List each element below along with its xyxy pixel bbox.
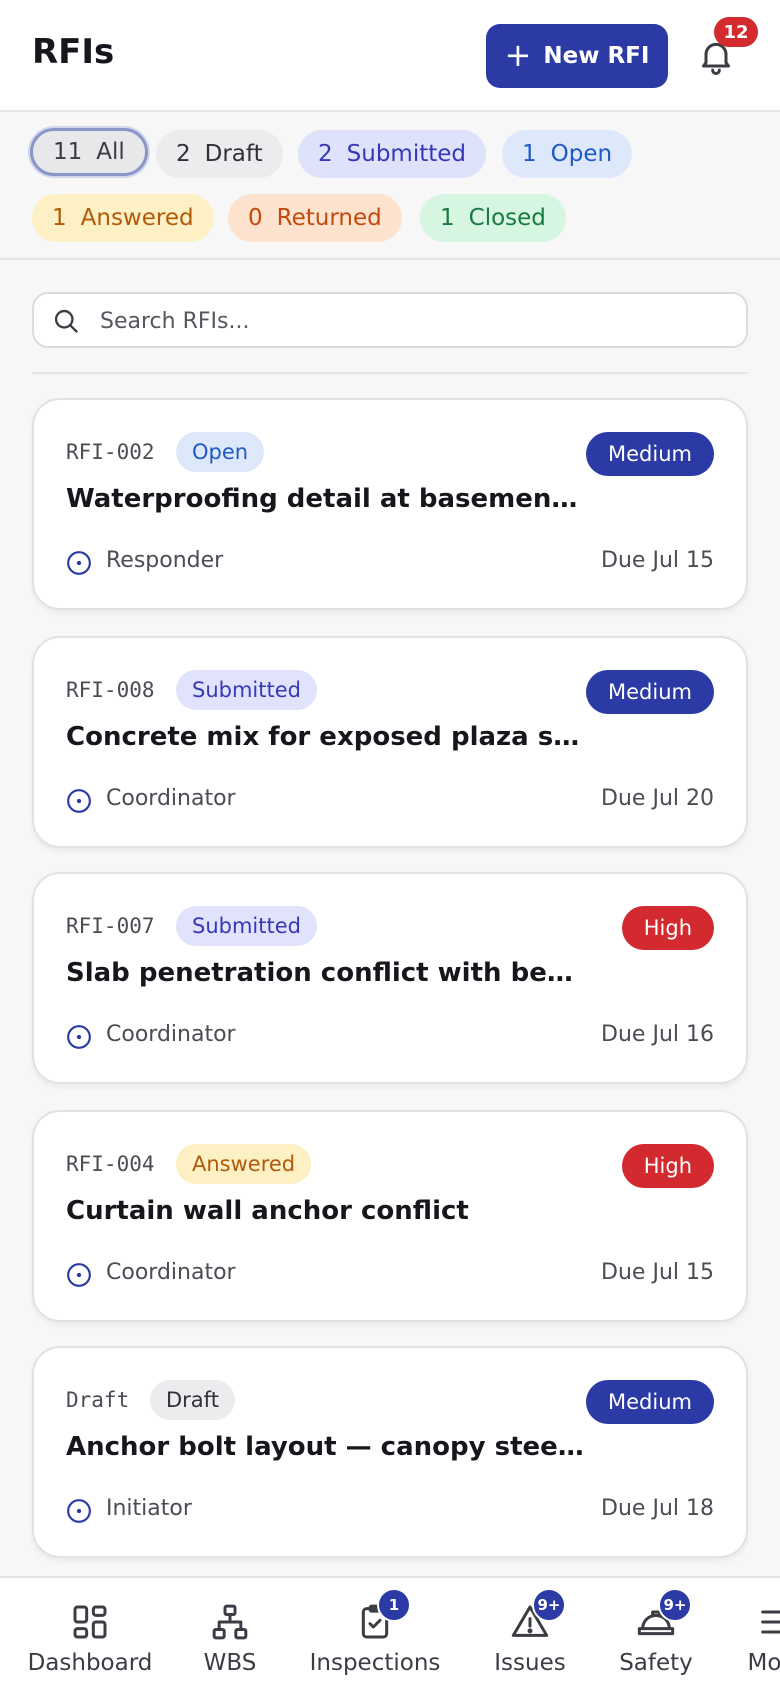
role-icon [67,789,91,813]
filter-chip-submitted[interactable]: 2 Submitted [298,130,486,178]
filter-count: 1 [52,205,67,231]
nav-item-issues[interactable]: 9+ Issues [480,1578,580,1688]
nav-label: More [747,1650,780,1676]
menu-icon [761,1610,780,1634]
rfi-title: Anchor bolt layout — canopy steel column… [66,1432,586,1462]
rfi-due-date: Due Jul 16 [601,1022,714,1047]
filter-count: 2 [176,141,191,167]
rfi-id: Draft [66,1388,130,1412]
search-icon [54,309,78,333]
nav-item-inspections[interactable]: 1 Inspections [304,1578,446,1688]
rfi-card[interactable]: RFI-004 Answered High Curtain wall ancho… [32,1110,748,1322]
inspections-count-badge: 1 [377,1588,411,1622]
rfi-id: RFI-008 [66,678,155,702]
priority-badge: Medium [586,1380,714,1424]
rfi-card[interactable]: RFI-007 Submitted High Slab penetration … [32,872,748,1084]
rfi-title: Concrete mix for exposed plaza slab [66,722,586,752]
rfi-title: Waterproofing detail at basement wall [66,484,586,514]
filter-chip-all[interactable]: 11 All [30,128,148,176]
rfi-role: Initiator [106,1496,192,1521]
filter-chip-returned[interactable]: 0 Returned [228,194,402,242]
filter-count: 2 [318,141,333,167]
rfi-id: RFI-004 [66,1152,155,1176]
nav-item-dashboard[interactable]: Dashboard [22,1578,158,1688]
safety-count-badge: 9+ [658,1588,692,1622]
search-box [32,292,748,348]
filter-label: All [96,139,125,165]
rfi-card[interactable]: Draft Draft Medium Anchor bolt layout — … [32,1346,748,1558]
rfi-title: Curtain wall anchor conflict [66,1196,469,1226]
new-rfi-label: New RFI [543,43,650,69]
status-badge: Answered [176,1144,312,1184]
filter-label: Open [550,141,613,167]
filter-label: Closed [468,205,546,231]
filter-chip-closed[interactable]: 1 Closed [420,194,566,242]
rfi-id: RFI-002 [66,440,155,464]
status-badge: Submitted [176,670,317,710]
rfi-card[interactable]: RFI-008 Submitted Medium Concrete mix fo… [32,636,748,848]
filter-label: Draft [204,141,263,167]
status-badge: Open [176,432,265,472]
priority-badge: High [621,906,714,950]
dashboard-icon [73,1605,107,1639]
nav-label: Issues [494,1650,566,1676]
filter-count: 0 [248,205,263,231]
filter-chip-draft[interactable]: 2 Draft [156,130,283,178]
filter-count: 11 [53,139,83,165]
notification-count-badge: 12 [714,17,758,47]
filter-count: 1 [522,141,537,167]
rfi-due-date: Due Jul 15 [601,548,714,573]
filter-chip-open[interactable]: 1 Open [502,130,633,178]
status-badge: Submitted [176,906,317,946]
rfi-card[interactable]: RFI-002 Open Medium Waterproofing detail… [32,398,748,610]
search-input[interactable] [98,294,732,348]
rfi-due-date: Due Jul 18 [601,1496,714,1521]
bottom-navigation: Dashboard WBS 1 Inspections 9+ Issues 9+… [0,1576,780,1688]
rfi-role: Coordinator [106,786,236,811]
filter-label: Submitted [346,141,466,167]
status-filter-bar: 11 All 2 Draft 2 Submitted 1 Open 1 Answ… [0,112,780,260]
role-icon [67,1025,91,1049]
status-badge: Draft [150,1380,235,1420]
rfi-due-date: Due Jul 15 [601,1260,714,1285]
priority-badge: Medium [586,432,714,476]
nav-label: WBS [203,1650,257,1676]
rfi-id: RFI-007 [66,914,155,938]
plus-icon: + [504,35,532,74]
filter-label: Returned [276,205,382,231]
nav-label: Inspections [309,1650,441,1676]
nav-item-more[interactable]: More [736,1578,780,1688]
nav-item-wbs[interactable]: WBS [190,1578,270,1688]
nav-item-safety[interactable]: 9+ Safety [608,1578,704,1688]
divider [32,372,748,374]
role-icon [67,1499,91,1523]
role-icon [67,1263,91,1287]
role-icon [67,551,91,575]
filter-count: 1 [440,205,455,231]
nav-label: Dashboard [27,1650,153,1676]
filter-chip-answered[interactable]: 1 Answered [32,194,214,242]
new-rfi-button[interactable]: + New RFI [486,24,668,88]
top-bar: RFIs + New RFI 12 [0,0,780,112]
priority-badge: Medium [586,670,714,714]
rfi-due-date: Due Jul 20 [601,786,714,811]
rfi-role: Coordinator [106,1022,236,1047]
nav-label: Safety [619,1650,693,1676]
page-title: RFIs [32,32,115,72]
hierarchy-icon [212,1604,248,1640]
rfi-role: Coordinator [106,1260,236,1285]
filter-label: Answered [80,205,194,231]
rfi-title: Slab penetration conflict with beam layo… [66,958,586,988]
priority-badge: High [621,1144,714,1188]
rfi-role: Responder [106,548,224,573]
issues-count-badge: 9+ [532,1588,566,1622]
